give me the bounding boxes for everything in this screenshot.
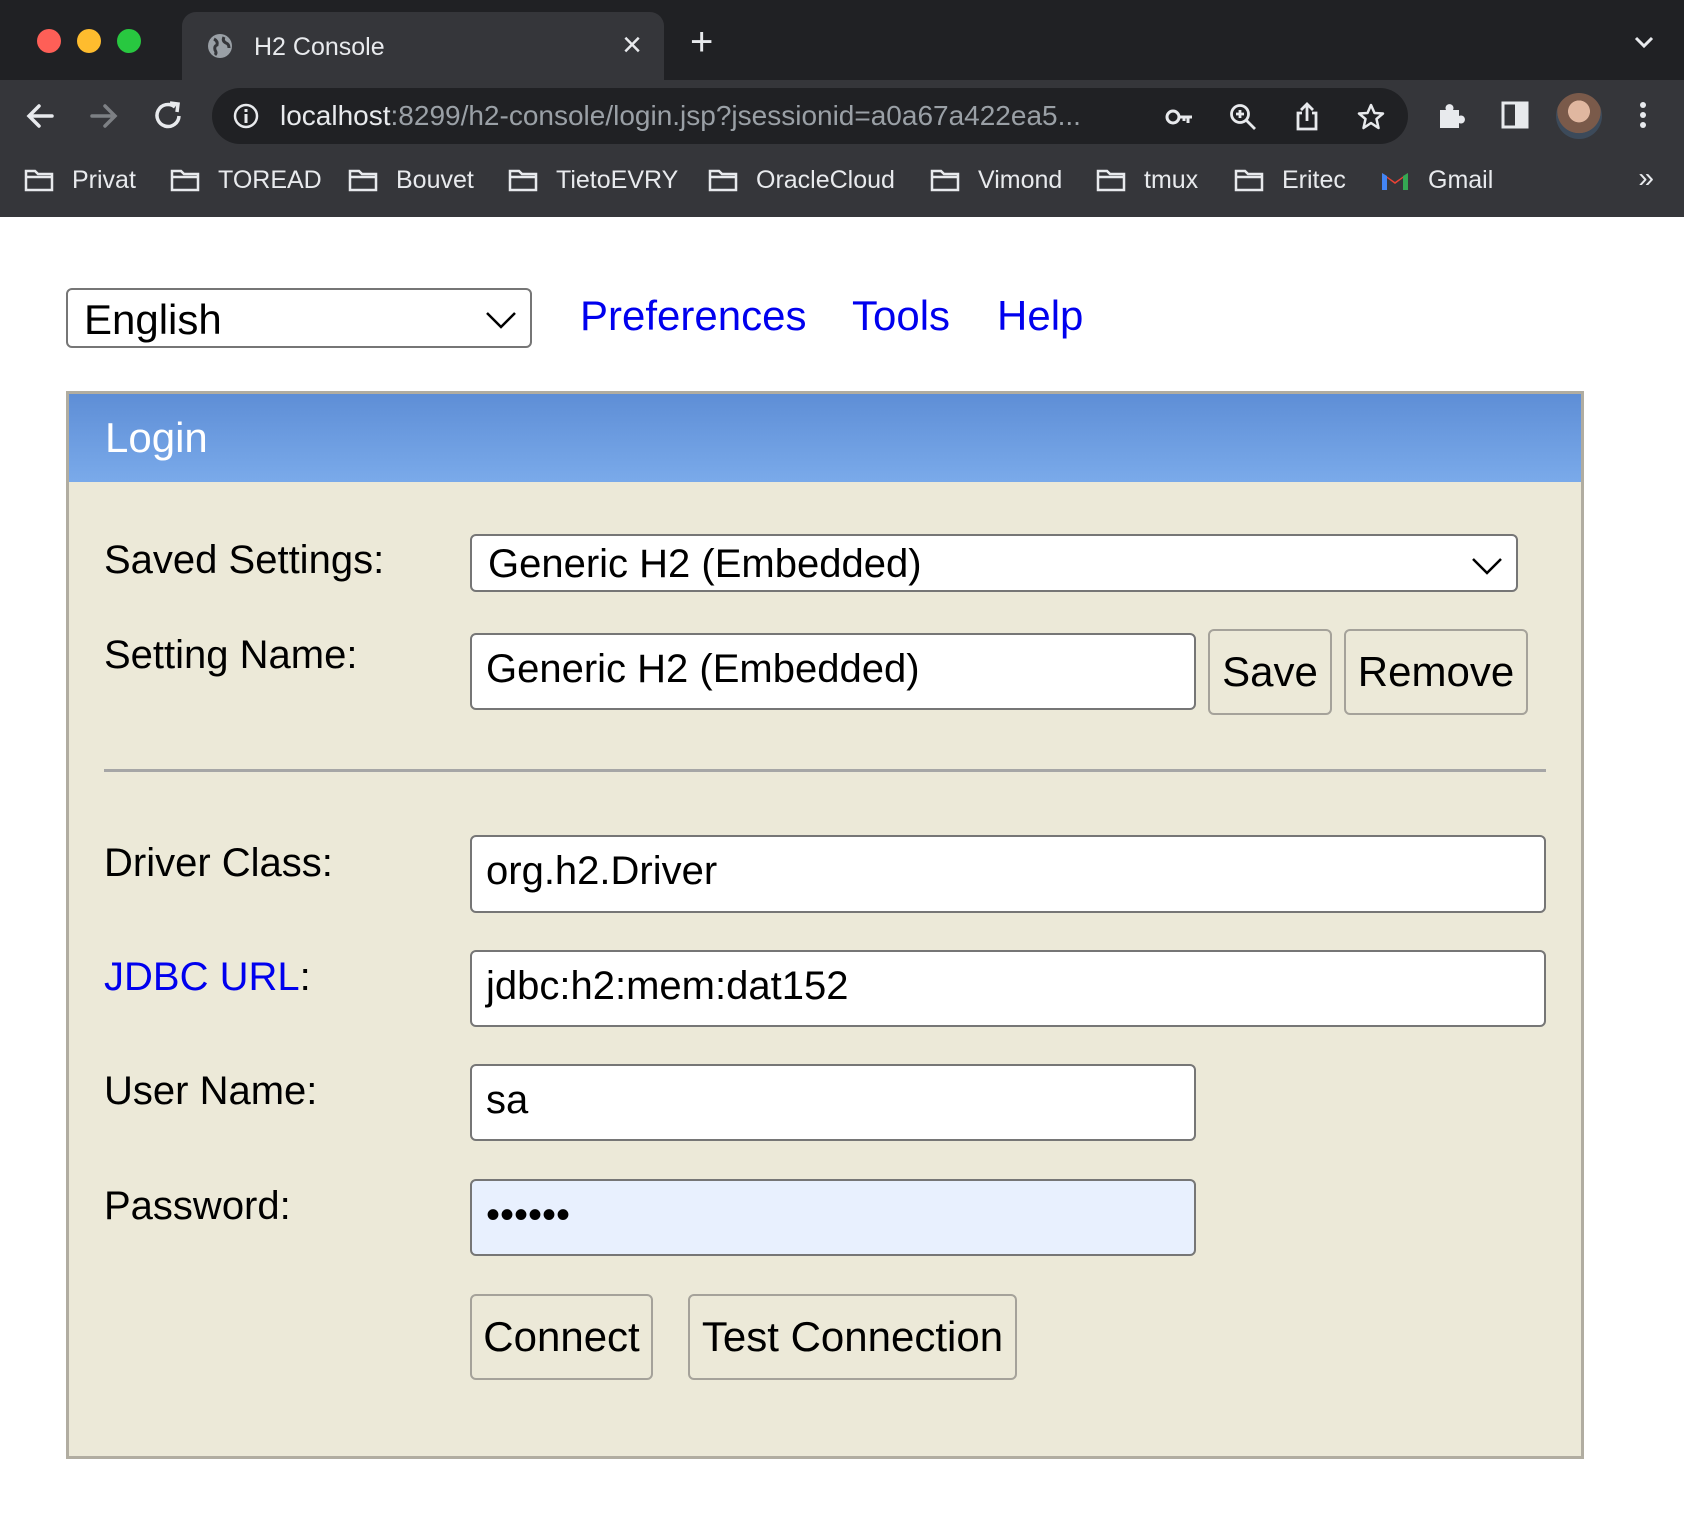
bookmarks-bar: Privat TOREAD Bouvet TietoEVRY OracleClo… [0,160,1684,200]
browser-chrome: H2 Console × + localhost:8299/h2-console… [0,0,1684,217]
jdbc-url-input[interactable]: jdbc:h2:mem:dat152 [470,950,1546,1027]
setting-name-label: Setting Name: [104,633,358,677]
driver-class-input[interactable]: org.h2.Driver [470,835,1546,913]
save-button[interactable]: Save [1208,629,1332,715]
close-tab-icon[interactable]: × [622,26,642,64]
forward-icon[interactable] [84,96,124,136]
key-icon[interactable] [1164,102,1194,132]
tab-title: H2 Console [254,33,385,61]
remove-button[interactable]: Remove [1344,629,1528,715]
bookmark-bouvet[interactable]: Bouvet [348,160,474,200]
login-title: Login [105,414,208,461]
setting-name-input[interactable]: Generic H2 (Embedded) [470,633,1196,710]
language-value: English [84,296,222,343]
password-value: •••••• [486,1193,571,1237]
browser-tab[interactable]: H2 Console × [182,12,664,80]
side-panel-icon[interactable] [1498,98,1532,132]
new-tab-button[interactable]: + [690,22,713,62]
saved-settings-select[interactable]: Generic H2 (Embedded) [470,534,1518,592]
maximize-window-button[interactable] [117,29,141,53]
section-divider [104,769,1546,772]
driver-class-value: org.h2.Driver [486,849,718,893]
reload-icon[interactable] [148,96,188,136]
test-connection-button[interactable]: Test Connection [688,1294,1017,1380]
folder-icon [348,169,378,192]
info-icon[interactable] [232,102,260,130]
globe-icon [208,34,232,58]
folder-icon [508,169,538,192]
bookmark-toread[interactable]: TOREAD [170,160,322,200]
bookmark-vimond[interactable]: Vimond [930,160,1062,200]
tab-strip: H2 Console × + [0,0,1684,80]
jdbc-url-value: jdbc:h2:mem:dat152 [486,964,849,1008]
folder-icon [930,169,960,192]
user-name-label: User Name: [104,1069,318,1113]
user-name-input[interactable]: sa [470,1064,1196,1141]
bookmark-tietoevry[interactable]: TietoEVRY [508,160,678,200]
tools-link[interactable]: Tools [852,292,950,340]
login-header: Login [69,394,1581,482]
folder-icon [170,169,200,192]
url-text[interactable]: localhost:8299/h2-console/login.jsp?jses… [280,100,1160,132]
bookmark-tmux[interactable]: tmux [1096,160,1198,200]
saved-settings-label: Saved Settings: [104,538,385,582]
language-select[interactable]: English [66,288,532,348]
user-name-value: sa [486,1078,529,1122]
folder-icon [1234,169,1264,192]
driver-class-label: Driver Class: [104,841,333,885]
bookmark-star-icon[interactable] [1356,102,1386,132]
address-bar[interactable]: localhost:8299/h2-console/login.jsp?jses… [212,88,1408,144]
more-menu-icon[interactable] [1626,98,1660,132]
help-link[interactable]: Help [997,292,1083,340]
folder-icon [1096,169,1126,192]
minimize-window-button[interactable] [77,29,101,53]
setting-name-value: Generic H2 (Embedded) [486,647,920,691]
connect-button[interactable]: Connect [470,1294,653,1380]
zoom-icon[interactable] [1228,102,1258,132]
bookmark-privat[interactable]: Privat [24,160,136,200]
folder-icon [708,169,738,192]
bookmark-eritec[interactable]: Eritec [1234,160,1346,200]
preferences-link[interactable]: Preferences [580,292,806,340]
password-input[interactable]: •••••• [470,1179,1196,1256]
more-bookmarks-icon[interactable]: » [1638,162,1654,194]
extensions-icon[interactable] [1434,98,1468,132]
folder-icon [24,169,54,192]
chevron-down-icon [1472,558,1502,575]
gmail-icon [1382,173,1408,190]
chevron-down-icon [486,312,516,329]
back-icon[interactable] [20,96,60,136]
jdbc-url-label: JDBC URL: [104,955,311,999]
password-label: Password: [104,1184,291,1228]
share-icon[interactable] [1292,102,1322,132]
profile-avatar[interactable] [1556,93,1602,139]
jdbc-url-link[interactable]: JDBC URL [104,955,300,999]
close-window-button[interactable] [37,29,61,53]
bookmark-gmail[interactable]: Gmail [1380,160,1493,200]
saved-settings-value: Generic H2 (Embedded) [488,542,922,586]
bookmark-oraclecloud[interactable]: OracleCloud [708,160,895,200]
chevron-down-icon[interactable] [1630,28,1658,56]
